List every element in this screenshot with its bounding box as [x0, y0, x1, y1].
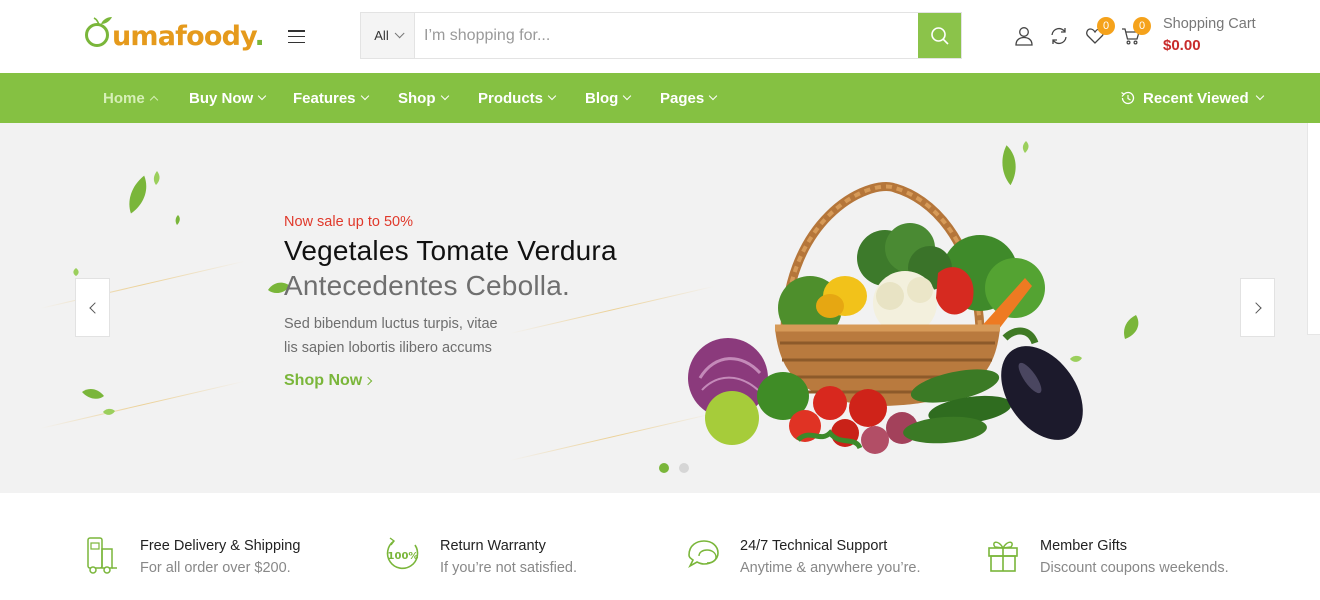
feature-subtitle: If you’re not satisfied.	[440, 560, 578, 576]
logo-dot: .	[254, 20, 264, 52]
user-icon	[1015, 27, 1033, 46]
search-category-label: All	[374, 28, 389, 43]
nav-item-buy-now[interactable]: Buy Now	[189, 73, 267, 123]
hero-slider: Now sale up to 50% Vegetales Tomate Verd…	[0, 123, 1320, 493]
chevron-down-icon	[394, 28, 405, 39]
compare-button[interactable]	[1049, 26, 1069, 46]
nav-item-label: Home	[103, 89, 145, 107]
shop-now-link[interactable]: Shop Now	[284, 372, 373, 390]
feature-title: Free Delivery & Shipping	[140, 538, 301, 554]
logo-leaf-icon	[85, 17, 112, 47]
delivery-icon	[87, 537, 117, 574]
hero-description: lis sapien lobortis ilibero accums	[284, 340, 492, 356]
search-icon	[930, 26, 949, 45]
cart-count-badge: 0	[1133, 17, 1151, 35]
nav-item-label: Features	[293, 89, 356, 107]
chevron-right-icon	[363, 376, 373, 386]
nav-item-shop[interactable]: Shop	[398, 73, 449, 123]
leaf-icon	[82, 388, 104, 399]
decor-streak	[39, 380, 245, 429]
hero-subtitle: Antecedentes Cebolla.	[284, 270, 570, 301]
search-category-select[interactable]: All	[361, 13, 415, 58]
nav-item-label: Blog	[585, 89, 619, 107]
chat-support-icon	[688, 540, 719, 569]
account-button[interactable]	[1014, 26, 1034, 46]
feature-subtitle: Anytime & anywhere you’re.	[740, 560, 921, 576]
feature-title: Member Gifts	[1040, 538, 1128, 554]
hundred-percent-icon: 100%	[386, 537, 419, 570]
feature-title: Return Warranty	[440, 538, 546, 554]
chevron-right-icon	[1249, 301, 1262, 314]
main-nav: Home Buy Now Features Shop Products Blog…	[0, 73, 1320, 123]
leaf-icon	[153, 171, 160, 185]
hero-title: Vegetales Tomate Verdura	[284, 235, 617, 266]
chevron-down-icon	[360, 91, 369, 101]
leaf-icon	[103, 408, 115, 415]
nav-item-blog[interactable]: Blog	[585, 73, 632, 123]
chevron-down-icon	[440, 91, 449, 101]
side-floating-panel[interactable]	[1307, 123, 1320, 335]
logo-text: umafoody	[112, 20, 255, 52]
leaf-icon	[1124, 315, 1139, 339]
leaf-icon	[73, 268, 79, 276]
nav-item-home[interactable]: Home	[103, 73, 158, 123]
slider-dot-active[interactable]	[659, 463, 669, 473]
hero-description: Sed bibendum luctus turpis, vitae	[284, 316, 498, 332]
slider-prev-button[interactable]	[75, 278, 110, 337]
search-bar: All	[360, 12, 962, 59]
chevron-down-icon	[1255, 91, 1264, 101]
chevron-down-icon	[257, 91, 267, 101]
wishlist-button[interactable]: 0	[1085, 17, 1115, 46]
nav-item-label: Buy Now	[189, 89, 254, 107]
chevron-down-icon	[708, 91, 718, 101]
search-button[interactable]	[918, 13, 961, 58]
recent-viewed-menu[interactable]: Recent Viewed	[1120, 73, 1264, 123]
logo[interactable]: umafoody.	[84, 14, 265, 58]
decor-streak	[39, 260, 245, 309]
cart-button[interactable]: 0	[1121, 17, 1151, 46]
recent-viewed-label: Recent Viewed	[1143, 89, 1249, 107]
hero-sale-text: Now sale up to 50%	[284, 214, 413, 230]
nav-item-label: Pages	[660, 89, 705, 107]
chevron-left-icon	[88, 301, 101, 314]
cart-total[interactable]: $0.00	[1163, 37, 1201, 54]
search-input[interactable]	[415, 13, 918, 58]
feature-title: 24/7 Technical Support	[740, 538, 888, 554]
gift-icon	[988, 541, 1018, 572]
chevron-down-icon	[547, 91, 557, 101]
nav-item-products[interactable]: Products	[478, 73, 557, 123]
shop-now-label: Shop Now	[284, 372, 363, 389]
nav-item-pages[interactable]: Pages	[660, 73, 718, 123]
svg-text:100%: 100%	[388, 551, 419, 562]
feature-subtitle: Discount coupons weekends.	[1040, 560, 1229, 576]
menu-hamburger-icon[interactable]	[288, 30, 305, 44]
history-icon	[1121, 91, 1135, 105]
slider-dot[interactable]	[679, 463, 689, 473]
chevron-down-icon	[623, 91, 632, 101]
nav-item-features[interactable]: Features	[293, 73, 369, 123]
leaf-icon	[129, 175, 147, 214]
cart-label[interactable]: Shopping Cart	[1163, 16, 1256, 32]
slider-next-button[interactable]	[1240, 278, 1275, 337]
vegetable-basket-image	[688, 182, 1083, 454]
chevron-up-icon	[149, 95, 158, 104]
leaf-icon	[1022, 141, 1029, 153]
wishlist-count-badge: 0	[1097, 17, 1115, 35]
feature-subtitle: For all order over $200.	[140, 560, 291, 576]
refresh-icon	[1051, 27, 1067, 45]
site-header: umafoody. All I’m shopping for... 0 0 Sh…	[0, 0, 1320, 73]
nav-item-label: Shop	[398, 89, 436, 107]
nav-item-label: Products	[478, 89, 544, 107]
leaf-icon	[175, 215, 180, 225]
